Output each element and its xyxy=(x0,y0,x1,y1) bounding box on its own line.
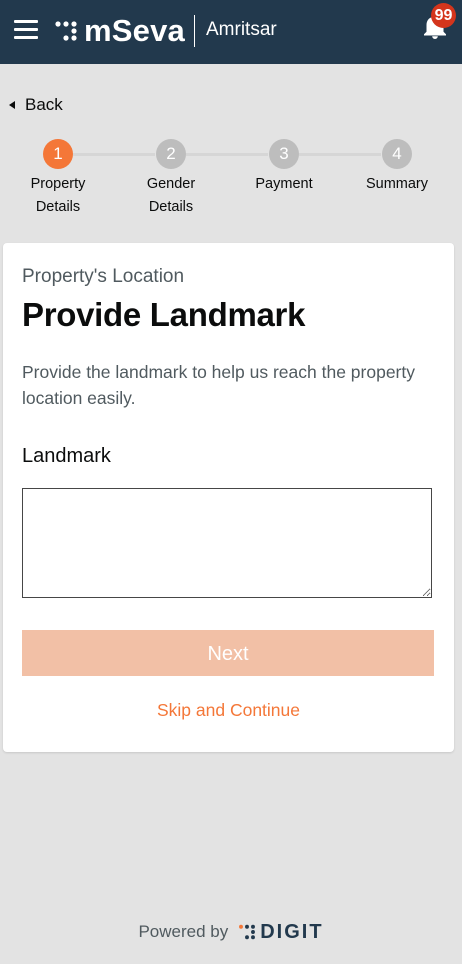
notification-count-badge: 99 xyxy=(431,3,456,28)
logo-divider xyxy=(194,15,195,47)
step-property-details: 1 Property Details xyxy=(3,139,113,219)
progress-stepper: 1 Property Details 2 Gender Details 3 Paym… xyxy=(0,139,462,229)
step-number: 2 xyxy=(156,139,186,169)
landmark-label: Landmark xyxy=(22,445,111,467)
step-label: Payment xyxy=(255,176,313,192)
digit-brand: DIGIT xyxy=(260,921,324,943)
step-summary: 4 Summary xyxy=(342,139,452,196)
brand-name: mSeva xyxy=(84,13,185,48)
step-number: 3 xyxy=(269,139,299,169)
caret-left-icon xyxy=(9,101,15,109)
hamburger-icon[interactable] xyxy=(14,20,38,40)
help-text: Provide the landmark to help us reach th… xyxy=(22,362,415,408)
step-gender-details: 2 Gender Details xyxy=(116,139,226,219)
back-button[interactable]: Back xyxy=(9,94,63,116)
page-title: Provide Landmark xyxy=(22,296,306,333)
mseva-logo: mSeva xyxy=(54,14,185,48)
step-number: 4 xyxy=(382,139,412,169)
digit-logo-dots-icon xyxy=(239,924,256,940)
step-number: 1 xyxy=(43,139,73,169)
next-button[interactable]: Next xyxy=(22,630,434,676)
step-label: Gender Details xyxy=(146,176,196,215)
form-card: Property's Location Provide Landmark Pro… xyxy=(3,243,454,752)
step-label: Property Details xyxy=(30,176,86,215)
back-label: Back xyxy=(25,95,63,114)
landmark-textarea[interactable] xyxy=(22,488,432,598)
section-subheading: Property's Location xyxy=(22,266,185,287)
top-app-bar: mSeva Amritsar 99 xyxy=(0,0,462,64)
powered-by-text: Powered by xyxy=(138,922,229,941)
city-selector[interactable]: Amritsar xyxy=(206,17,277,43)
step-label: Summary xyxy=(365,176,429,192)
footer-powered-by: Powered by DIGIT xyxy=(0,918,462,946)
step-payment: 3 Payment xyxy=(229,139,339,196)
skip-and-continue-link[interactable]: Skip and Continue xyxy=(3,698,454,722)
mseva-logo-dots-icon xyxy=(55,21,77,41)
